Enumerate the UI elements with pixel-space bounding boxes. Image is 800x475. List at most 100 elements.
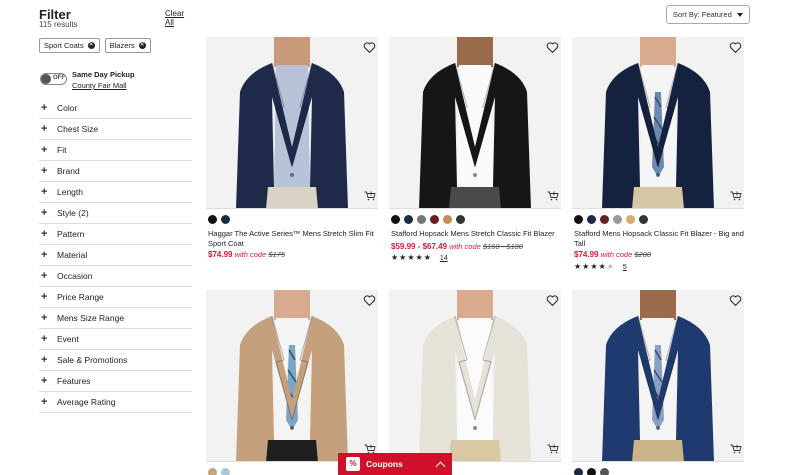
color-swatch[interactable] xyxy=(221,215,230,224)
facet-sale-promotions[interactable]: + Sale & Promotions xyxy=(39,350,192,371)
sort-dropdown[interactable]: Sort By: Featured xyxy=(666,5,750,24)
product-image[interactable] xyxy=(206,290,378,462)
facet-chest-size[interactable]: + Chest Size xyxy=(39,119,192,140)
product-image-box[interactable] xyxy=(389,37,561,209)
color-swatch[interactable] xyxy=(430,215,439,224)
product-rating[interactable]: ★ ★ ★ ★ ★ 14 xyxy=(391,254,448,262)
heart-icon[interactable] xyxy=(729,41,742,54)
review-count[interactable]: 14 xyxy=(440,255,448,262)
divider xyxy=(206,208,378,209)
color-swatch[interactable] xyxy=(574,215,583,224)
facet-mens-size-range[interactable]: + Mens Size Range xyxy=(39,308,192,329)
coupons-button[interactable]: % Coupons xyxy=(338,453,452,475)
product-image[interactable] xyxy=(572,37,744,209)
facet-color[interactable]: + Color xyxy=(39,98,192,119)
color-swatch[interactable] xyxy=(639,215,648,224)
color-swatches xyxy=(574,215,648,224)
facet-label: Style (2) xyxy=(57,208,89,218)
product-name[interactable]: Stafford Hopsack Mens Stretch Classic Fi… xyxy=(391,229,561,239)
product-image[interactable] xyxy=(206,37,378,209)
color-swatches xyxy=(574,468,609,475)
facet-fit[interactable]: + Fit xyxy=(39,140,192,161)
pickup-toggle[interactable]: OFF xyxy=(40,73,67,85)
heart-icon[interactable] xyxy=(729,294,742,307)
heart-icon[interactable] xyxy=(363,41,376,54)
color-swatch[interactable] xyxy=(417,215,426,224)
product-image[interactable] xyxy=(389,290,561,462)
color-swatch[interactable] xyxy=(221,468,230,475)
product-card[interactable]: Stafford Mens Hopsack Classic Fit Blazer… xyxy=(572,37,744,277)
facet-material[interactable]: + Material xyxy=(39,245,192,266)
color-swatch[interactable] xyxy=(587,215,596,224)
facet-style[interactable]: + Style (2) xyxy=(39,203,192,224)
facet-label: Sale & Promotions xyxy=(57,355,128,365)
filter-chip-blazers[interactable]: Blazers ✕ xyxy=(104,38,151,53)
color-swatch[interactable] xyxy=(443,215,452,224)
add-to-cart-icon[interactable] xyxy=(730,191,742,201)
product-card[interactable] xyxy=(206,290,378,475)
divider xyxy=(389,208,561,209)
product-image[interactable] xyxy=(572,290,744,462)
color-swatch[interactable] xyxy=(456,215,465,224)
star-icon: ★ xyxy=(399,253,407,262)
product-image-box[interactable] xyxy=(389,290,561,462)
divider xyxy=(572,208,744,209)
toggle-knob xyxy=(41,74,51,84)
color-swatch[interactable] xyxy=(208,468,217,475)
product-image[interactable] xyxy=(389,37,561,209)
review-count[interactable]: 5 xyxy=(623,264,627,271)
product-card[interactable]: Haggar The Active Series™ Mens Stretch S… xyxy=(206,37,378,277)
plus-icon: + xyxy=(41,165,48,177)
facet-price-range[interactable]: + Price Range xyxy=(39,287,192,308)
color-swatches xyxy=(208,468,230,475)
plus-icon: + xyxy=(41,375,48,387)
color-swatch[interactable] xyxy=(574,468,583,475)
price-code-note: with code xyxy=(234,250,267,259)
color-swatch[interactable] xyxy=(587,468,596,475)
heart-icon[interactable] xyxy=(546,294,559,307)
product-card[interactable] xyxy=(572,290,744,475)
color-swatch[interactable] xyxy=(626,215,635,224)
facet-length[interactable]: + Length xyxy=(39,182,192,203)
chevron-up-icon xyxy=(435,461,446,471)
add-to-cart-icon[interactable] xyxy=(730,444,742,454)
close-icon[interactable]: ✕ xyxy=(87,42,95,49)
product-card[interactable]: Stafford Hopsack Mens Stretch Classic Fi… xyxy=(389,37,561,277)
facet-occasion[interactable]: + Occasion xyxy=(39,266,192,287)
facet-pattern[interactable]: + Pattern xyxy=(39,224,192,245)
close-icon[interactable]: ✕ xyxy=(138,42,146,49)
product-image-box[interactable] xyxy=(572,37,744,209)
filter-chip-sport-coats[interactable]: Sport Coats ✕ xyxy=(39,38,100,53)
product-image-box[interactable] xyxy=(572,290,744,462)
same-day-pickup: OFF Same Day Pickup County Fair Mall xyxy=(39,70,192,92)
add-to-cart-icon[interactable] xyxy=(547,444,559,454)
color-swatches xyxy=(391,215,465,224)
heart-icon[interactable] xyxy=(546,41,559,54)
add-to-cart-icon[interactable] xyxy=(364,191,376,201)
plus-icon: + xyxy=(41,186,48,198)
heart-icon[interactable] xyxy=(363,294,376,307)
product-name[interactable]: Haggar The Active Series™ Mens Stretch S… xyxy=(208,229,378,249)
facet-brand[interactable]: + Brand xyxy=(39,161,192,182)
product-image-box[interactable] xyxy=(206,290,378,462)
facet-label: Mens Size Range xyxy=(57,313,125,323)
color-swatch[interactable] xyxy=(404,215,413,224)
clear-all-link[interactable]: Clear All xyxy=(165,9,192,27)
product-rating[interactable]: ★ ★ ★ ★ ★ 5 xyxy=(574,263,627,271)
product-name[interactable]: Stafford Mens Hopsack Classic Fit Blazer… xyxy=(574,229,744,249)
add-to-cart-icon[interactable] xyxy=(547,191,559,201)
facet-average-rating[interactable]: + Average Rating xyxy=(39,392,192,413)
star-icon: ★ xyxy=(606,262,614,271)
color-swatch[interactable] xyxy=(600,215,609,224)
product-image-box[interactable] xyxy=(206,37,378,209)
color-swatch[interactable] xyxy=(613,215,622,224)
color-swatch[interactable] xyxy=(600,468,609,475)
color-swatch[interactable] xyxy=(208,215,217,224)
color-swatch[interactable] xyxy=(391,215,400,224)
pickup-store-link[interactable]: County Fair Mall xyxy=(72,81,127,90)
facet-event[interactable]: + Event xyxy=(39,329,192,350)
product-card[interactable] xyxy=(389,290,561,475)
facet-features[interactable]: + Features xyxy=(39,371,192,392)
star-icon: ★ xyxy=(415,253,423,262)
sale-price: $74.99 xyxy=(574,250,599,259)
